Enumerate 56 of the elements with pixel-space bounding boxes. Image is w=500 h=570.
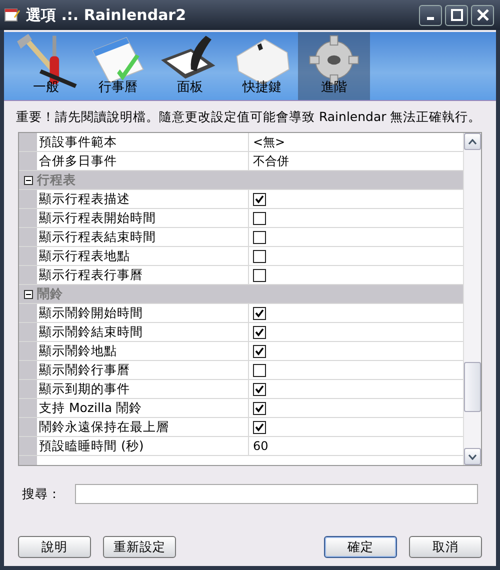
property-value[interactable]: 60 [253,439,268,453]
property-name: 預設瞌睡時間 (秒) [37,437,249,455]
scroll-down-button[interactable] [464,448,481,465]
property-name: 顯示鬧鈴地點 [37,342,249,360]
search-field[interactable] [75,484,478,504]
property-name: 顯示鬧鈴行事曆 [37,361,249,379]
property-name: 顯示行程表描述 [37,190,249,208]
maximize-icon [450,9,462,21]
dialog-button[interactable]: 重新設定 [103,536,176,558]
property-name: 顯示行程表開始時間 [37,209,249,227]
property-name: 支持 Mozilla 鬧鈴 [37,399,249,417]
property-name: 顯示行程表行事曆 [37,266,249,284]
toolbar-tab[interactable]: 快捷鍵 [226,32,298,100]
search-label: 搜尋： [22,486,61,502]
checkbox[interactable] [253,250,266,262]
checkbox[interactable] [253,230,266,244]
checkbox[interactable] [253,326,266,338]
property-name: 預設事件範本 [37,133,249,151]
group-header: 鬧鈴 [37,286,63,302]
app-icon [4,7,20,23]
maximize-button[interactable] [445,4,468,26]
checkbox[interactable] [253,402,266,414]
property-name: 顯示到期的事件 [37,380,249,398]
dialog-button[interactable]: 說明 [18,536,91,558]
checkbox[interactable] [253,420,266,434]
checkbox[interactable] [253,364,266,376]
toolbar-tab[interactable]: 面板 [154,32,226,100]
close-button[interactable] [471,4,494,26]
property-name: 顯示鬧鈴開始時間 [37,304,249,322]
property-value[interactable]: 不合併 [253,152,289,170]
close-icon [476,9,488,21]
checkbox[interactable] [253,192,266,206]
dialog-button[interactable]: 取消 [409,536,482,558]
checkbox[interactable] [253,382,266,396]
property-name: 合併多日事件 [37,152,249,170]
scroll-up-button[interactable] [464,133,481,150]
warning-text: 重要！請先閱讀說明檔。隨意更改設定值可能會導致 Rainlendar 無法正確執行。 [15,108,482,126]
minimize-icon [427,17,434,20]
group-header: 行程表 [37,172,76,188]
scrollbar[interactable] [463,133,481,465]
property-name: 鬧鈴永遠保持在最上層 [37,418,249,436]
minimize-button[interactable] [419,4,442,26]
toolbar-tab[interactable]: 行事曆 [82,32,154,100]
checkbox[interactable] [253,212,266,224]
window-title: 選項 .:. Rainlendar2 [26,6,188,24]
property-name: 顯示行程表地點 [37,247,249,265]
property-name: 顯示行程表結束時間 [37,228,249,246]
checkbox[interactable] [253,306,266,320]
checkbox[interactable] [253,344,266,358]
dialog-button[interactable]: 確定 [324,536,397,558]
toolbar-tab[interactable]: 一般 [10,32,82,100]
property-value[interactable]: <無> [253,134,286,150]
property-name: 顯示鬧鈴結束時間 [37,323,249,341]
scroll-thumb[interactable] [464,362,481,412]
checkbox[interactable] [253,268,266,282]
toolbar-tab[interactable]: 進階 [298,32,370,100]
